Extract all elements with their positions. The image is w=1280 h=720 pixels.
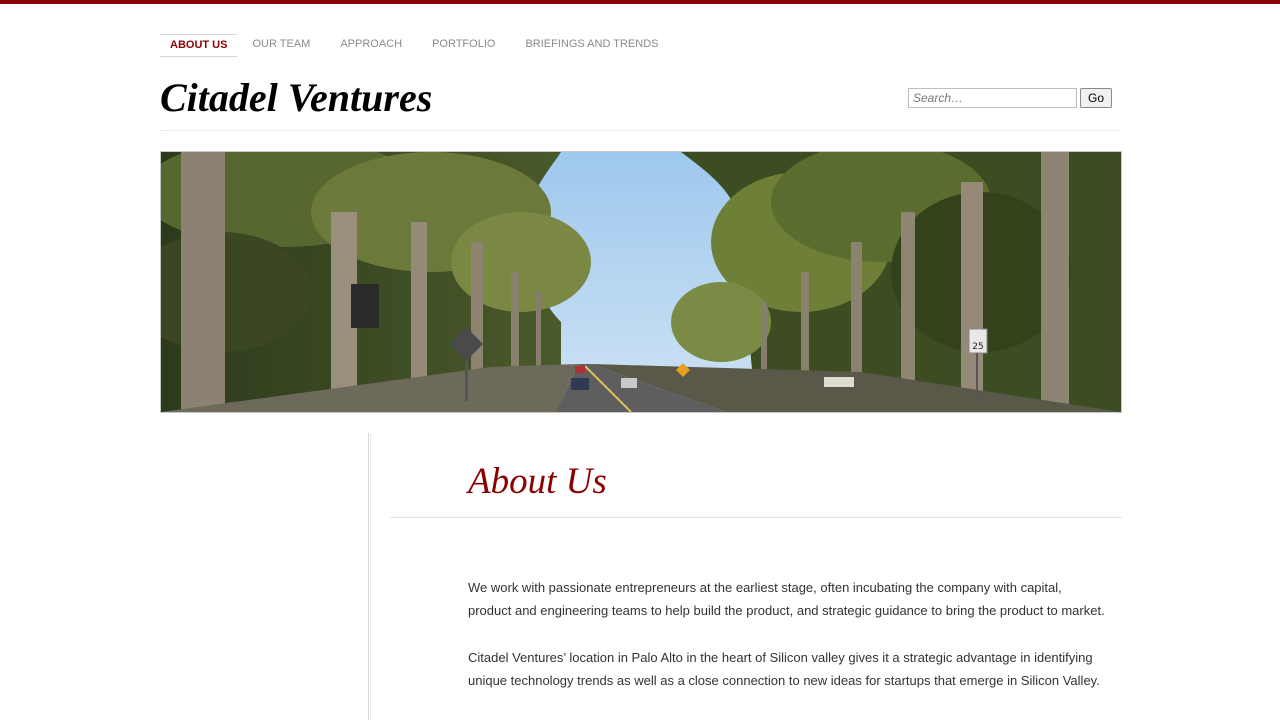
page-title: About Us — [468, 461, 607, 502]
main-navigation: ABOUT US OUR TEAM APPROACH PORTFOLIO BRI… — [160, 34, 673, 57]
nav-item-briefings-and-trends[interactable]: BRIEFINGS AND TRENDS — [510, 34, 673, 55]
nav-item-portfolio[interactable]: PORTFOLIO — [417, 34, 510, 55]
title-divider — [390, 517, 1122, 518]
content-paragraph: Citadel Ventures’ location in Palo Alto … — [468, 650, 1100, 688]
header-divider — [160, 130, 1120, 131]
nav-item-our-team[interactable]: OUR TEAM — [237, 34, 325, 55]
content-paragraph: We work with passionate entrepreneurs at… — [468, 580, 1105, 618]
sidebar-divider — [368, 433, 371, 720]
search-go-button[interactable]: Go — [1080, 88, 1113, 108]
page-content: We work with passionate entrepreneurs at… — [468, 576, 1108, 716]
search-input[interactable] — [908, 88, 1077, 108]
nav-item-approach[interactable]: APPROACH — [325, 34, 417, 55]
banner-image: 25 — [160, 151, 1122, 413]
top-accent-bar — [0, 0, 1280, 4]
search-form: Go — [908, 88, 1113, 108]
palm-avenue-photo: 25 — [161, 152, 1121, 412]
speed-limit-sign: 25 — [972, 342, 983, 352]
nav-item-about-us[interactable]: ABOUT US — [160, 34, 238, 57]
site-title[interactable]: Citadel Ventures — [160, 74, 432, 122]
